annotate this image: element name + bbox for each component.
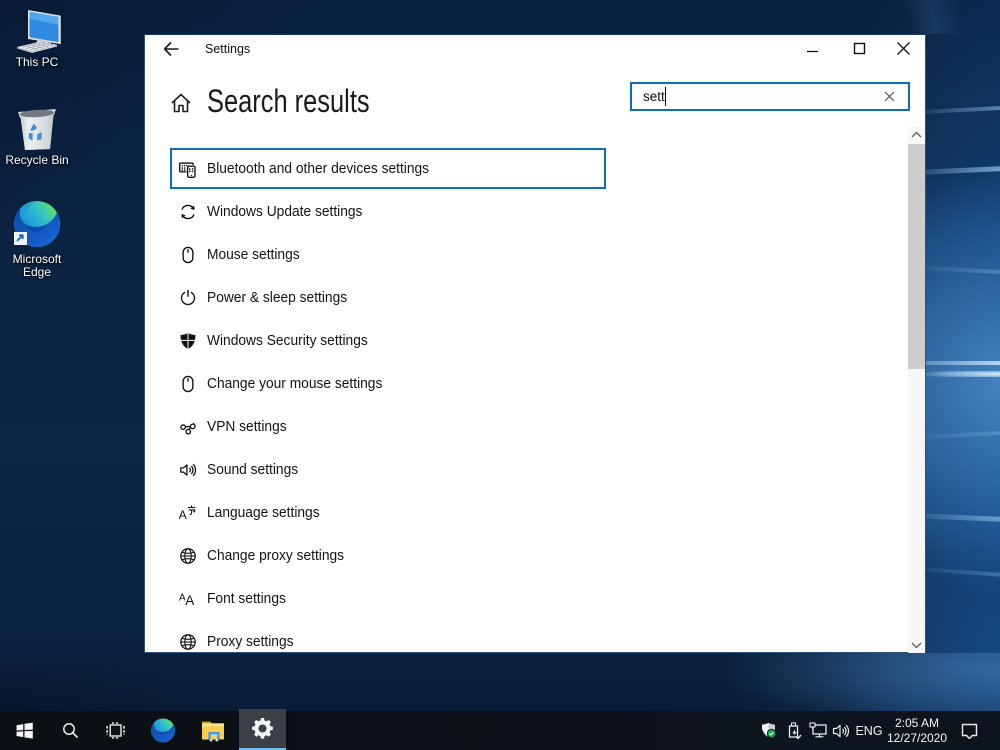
svg-text:A: A bbox=[185, 593, 194, 608]
svg-text:A: A bbox=[179, 508, 188, 522]
